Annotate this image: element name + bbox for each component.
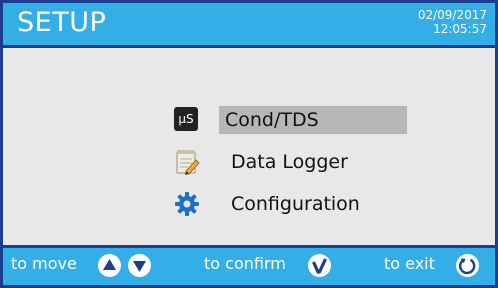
- confirm-hint: to confirm: [204, 254, 286, 273]
- menu-item-label: Configuration: [231, 193, 360, 215]
- time-text: 12:05:57: [433, 22, 487, 36]
- microsiemens-icon: µS: [174, 107, 198, 131]
- gear-icon: [174, 191, 199, 216]
- page-title: SETUP: [17, 7, 107, 38]
- menu-item-label: Data Logger: [231, 151, 348, 173]
- header-bar: SETUP 02/09/2017 12:05:57: [3, 3, 495, 48]
- menu-item-cond-tds[interactable]: µS Cond/TDS: [171, 104, 407, 134]
- microsiemens-icon-text: µS: [174, 107, 198, 131]
- up-arrow-icon[interactable]: [97, 253, 122, 278]
- checkmark-icon[interactable]: [307, 253, 332, 278]
- menu-item-configuration[interactable]: Configuration: [171, 188, 399, 218]
- notepad-icon: [174, 149, 200, 175]
- down-arrow-icon[interactable]: [127, 253, 152, 278]
- menu-item-data-logger[interactable]: Data Logger: [171, 146, 399, 176]
- date-text: 02/09/2017: [417, 8, 487, 22]
- datetime-display: 02/09/2017 12:05:57: [418, 8, 487, 36]
- device-screen: SETUP 02/09/2017 12:05:57 µS Cond/TDS Da…: [0, 0, 498, 288]
- exit-hint: to exit: [384, 254, 435, 273]
- move-hint: to move: [11, 254, 77, 273]
- menu-item-label: Cond/TDS: [219, 106, 407, 134]
- exit-circle-icon[interactable]: [455, 253, 480, 278]
- footer-bar: to move to confirm to exit: [3, 245, 495, 285]
